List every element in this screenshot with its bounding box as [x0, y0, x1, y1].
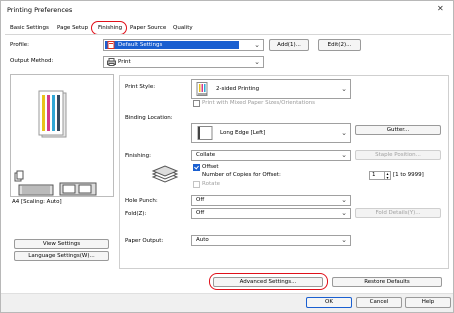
copies-spinner[interactable]: ▴ ▾ [385, 171, 391, 180]
fold-value: Off [196, 210, 205, 216]
tab-basic-settings[interactable]: Basic Settings [10, 25, 49, 31]
print-style-select[interactable]: 2-sided Printing ⌄ [191, 79, 351, 99]
language-settings-button[interactable]: Language Settings(W)... [14, 251, 109, 261]
tab-quality[interactable]: Quality [173, 25, 193, 31]
printer-profile-icon [107, 41, 115, 49]
finishing-label: Finishing: [125, 153, 152, 159]
copies-for-offset-value: 1 [372, 172, 376, 178]
chevron-down-icon: ⌄ [341, 85, 347, 93]
mixed-paper-label: Print with Mixed Paper Sizes/Orientation… [202, 100, 316, 106]
tab-page-setup[interactable]: Page Setup [57, 25, 88, 31]
output-method-value: Print [118, 59, 131, 65]
ok-button[interactable]: OK [306, 297, 352, 308]
mixed-paper-checkbox[interactable] [193, 100, 200, 107]
finishing-tab-highlight [91, 21, 127, 35]
binding-location-select[interactable]: Long Edge [Left] ⌄ [191, 123, 351, 143]
preview-document-icon [38, 90, 67, 138]
copies-for-offset-label: Number of Copies for Offset: [202, 172, 281, 178]
fold-select[interactable]: Off ⌄ [191, 208, 351, 219]
stacked-paper-icon [151, 165, 179, 183]
chevron-down-icon: ⌄ [341, 209, 347, 217]
paper-output-label: Paper Output: [125, 238, 164, 244]
chevron-down-icon: ⌄ [341, 196, 347, 204]
rotate-checkbox[interactable] [193, 181, 200, 188]
print-style-label: Print Style: [125, 84, 156, 90]
printer-icon [107, 58, 116, 66]
tab-divider [5, 34, 451, 35]
output-method-select[interactable]: Print ⌄ [103, 56, 264, 68]
copies-range-text: [1 to 9999] [393, 172, 424, 178]
restore-defaults-button[interactable]: Restore Defaults [332, 277, 442, 287]
advanced-settings-button[interactable]: Advanced Settings... [213, 277, 323, 287]
view-settings-button[interactable]: View Settings [14, 239, 109, 249]
help-button[interactable]: Help [405, 297, 451, 308]
paper-output-select[interactable]: Auto ⌄ [191, 235, 351, 246]
chevron-down-icon: ⌄ [254, 41, 260, 49]
chevron-down-icon: ⌄ [254, 58, 260, 66]
print-style-value: 2-sided Printing [216, 86, 260, 92]
staple-position-button[interactable]: Staple Position... [355, 150, 441, 160]
print-preview-panel [10, 74, 114, 197]
profile-label: Profile: [10, 42, 29, 48]
window-title: Printing Preferences [7, 6, 73, 14]
hole-punch-select[interactable]: Off ⌄ [191, 195, 351, 206]
scaling-text: A4 [Scaling: Auto] [12, 199, 62, 205]
profile-value: Default Settings [118, 42, 163, 48]
chevron-down-icon: ⌄ [341, 129, 347, 137]
finishing-value: Collate [196, 152, 216, 158]
hole-punch-label: Hole Punch: [125, 198, 158, 204]
finishing-preview-icons [14, 170, 97, 196]
paper-output-value: Auto [196, 237, 209, 243]
printing-preferences-window: Printing Preferences ✕ Basic Settings Pa… [0, 0, 454, 313]
binding-page-icon [197, 126, 213, 140]
chevron-down-icon: ⌄ [341, 236, 347, 244]
tab-paper-source[interactable]: Paper Source [130, 25, 166, 31]
hole-punch-value: Off [196, 197, 205, 203]
fold-label: Fold(Z): [125, 211, 147, 217]
rotate-label: Rotate [202, 181, 221, 187]
binding-location-value: Long Edge [Left] [220, 130, 266, 136]
finishing-select[interactable]: Collate ⌄ [191, 150, 351, 161]
gutter-button[interactable]: Gutter... [355, 125, 441, 135]
chevron-down-icon: ⌄ [341, 151, 347, 159]
edit-profile-button[interactable]: Edit(2)... [318, 39, 361, 51]
add-profile-button[interactable]: Add(1)... [269, 39, 309, 51]
output-method-label: Output Method: [10, 58, 54, 64]
close-icon[interactable]: ✕ [437, 4, 444, 13]
copies-for-offset-input[interactable]: 1 [369, 171, 385, 180]
duplex-page-icon [196, 82, 208, 96]
offset-label: Offset [202, 164, 219, 170]
offset-checkbox[interactable] [193, 164, 200, 171]
binding-location-label: Binding Location: [125, 115, 173, 121]
profile-select[interactable]: Default Settings ⌄ [103, 39, 264, 51]
fold-details-button[interactable]: Fold Details(Y)... [355, 208, 441, 218]
cancel-button[interactable]: Cancel [356, 297, 402, 308]
